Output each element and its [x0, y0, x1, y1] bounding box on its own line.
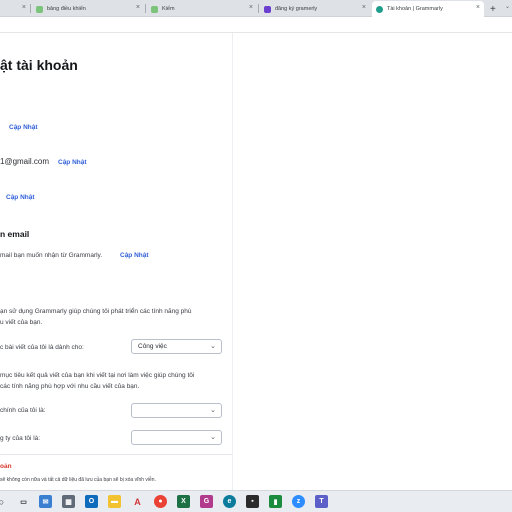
- tab-separator: [145, 4, 146, 13]
- acrobat-icon[interactable]: A: [131, 495, 144, 508]
- main-role-select[interactable]: ⌄: [131, 403, 222, 418]
- start-search-icon[interactable]: ○: [0, 495, 8, 508]
- tab-previous[interactable]: ×: [0, 1, 30, 17]
- tab-close-icon[interactable]: ×: [362, 4, 366, 11]
- browser-tab-strip: × bảng điều khiển × Kiếm × đăng ký grame…: [0, 0, 512, 17]
- tab-label: đăng ký gramerly: [275, 6, 318, 12]
- new-tab-button[interactable]: +: [488, 1, 502, 17]
- tab-label: Kiếm: [162, 6, 175, 12]
- plus-icon: +: [490, 3, 496, 15]
- company-select[interactable]: ⌄: [131, 430, 222, 445]
- tab-dashboard[interactable]: bảng điều khiển ×: [32, 1, 144, 17]
- grammarly-logo-icon: [376, 5, 383, 13]
- chevron-down-icon: ⌄: [210, 434, 216, 441]
- section-divider: [0, 454, 232, 455]
- leaf-icon: [36, 5, 43, 13]
- email-preferences-heading: n email: [0, 229, 30, 239]
- update-name-link[interactable]: Cập Nhật: [9, 124, 38, 131]
- personalize-text-line1: ạn sử dụng Grammarly giúp chúng tôi phát…: [0, 308, 192, 315]
- chrome-icon[interactable]: ●: [154, 495, 167, 508]
- delete-account-warning: sẽ không còn nữa và tất cả dữ liệu đã lư…: [0, 477, 156, 483]
- chevron-down-icon: ⌄: [210, 343, 216, 350]
- calculator-icon[interactable]: ▦: [62, 495, 75, 508]
- email-value: 1@gmail.com: [0, 157, 50, 166]
- writing-for-select[interactable]: Công việc ⌄: [131, 339, 222, 354]
- sticky-app-icon[interactable]: ▪: [246, 495, 259, 508]
- update-email-link[interactable]: Cập Nhật: [58, 159, 87, 166]
- update-email-preferences-link[interactable]: Cập Nhật: [120, 252, 149, 259]
- leaf-icon: [151, 5, 158, 13]
- browser-toolbar: [0, 17, 512, 33]
- email-preferences-text: mail bạn muốn nhận từ Grammarly.: [0, 252, 103, 259]
- page-title: ật tài khoản: [0, 57, 78, 73]
- delete-account-heading: oản: [0, 463, 12, 470]
- tab-close-icon[interactable]: ×: [249, 4, 253, 11]
- writing-for-label: c bài viết của tôi là dành cho:: [0, 344, 84, 351]
- company-label: g ty của tôi là:: [0, 435, 41, 442]
- app-logo-icon: [264, 5, 271, 13]
- goal-text-line2: các tính năng phù hợp với nhu cầu viết c…: [0, 383, 140, 390]
- goal-text-line1: mục tiêu kết quả viết của bạn khi viết t…: [0, 372, 195, 379]
- green-app-icon[interactable]: ▮: [269, 495, 282, 508]
- tab-label: bảng điều khiển: [47, 6, 86, 12]
- excel-icon[interactable]: X: [177, 495, 190, 508]
- tab-close-icon[interactable]: ×: [136, 4, 140, 11]
- tab-close-icon[interactable]: ×: [22, 4, 26, 11]
- tab-gramerly-signup[interactable]: đăng ký gramerly ×: [260, 1, 370, 17]
- mail-app-icon[interactable]: ✉: [39, 495, 52, 508]
- tab-separator: [258, 4, 259, 13]
- file-explorer-icon[interactable]: ▬: [108, 495, 121, 508]
- update-password-link[interactable]: Cập Nhật: [6, 194, 35, 201]
- personalize-text-line2: u viết của bạn.: [0, 319, 43, 326]
- main-role-label: chính của tôi là:: [0, 407, 46, 414]
- zoom-icon[interactable]: z: [292, 495, 305, 508]
- outlook-icon[interactable]: O: [85, 495, 98, 508]
- app-g-icon[interactable]: G: [200, 495, 213, 508]
- writing-for-selected-value: Công việc: [138, 343, 167, 350]
- account-settings-page: ật tài khoản Cập Nhật 1@gmail.com Cập Nh…: [0, 33, 512, 490]
- tab-search[interactable]: Kiếm ×: [147, 1, 257, 17]
- chevron-down-icon: ⌄: [210, 407, 216, 414]
- tab-separator: [30, 4, 31, 13]
- task-view-icon[interactable]: ▭: [17, 495, 30, 508]
- tab-grammarly-account[interactable]: Tài khoản | Grammarly ×: [372, 1, 484, 17]
- tab-close-icon[interactable]: ×: [476, 4, 480, 11]
- tab-label: Tài khoản | Grammarly: [387, 6, 443, 12]
- edge-icon[interactable]: e: [223, 495, 236, 508]
- tab-search-chevron-icon[interactable]: ⌄: [505, 3, 510, 10]
- taskbar: ○ ▭ ✉ ▦ O ▬ A ● X G e ▪ ▮ z T: [0, 490, 512, 512]
- content-edge: [232, 33, 233, 490]
- teams-icon[interactable]: T: [315, 495, 328, 508]
